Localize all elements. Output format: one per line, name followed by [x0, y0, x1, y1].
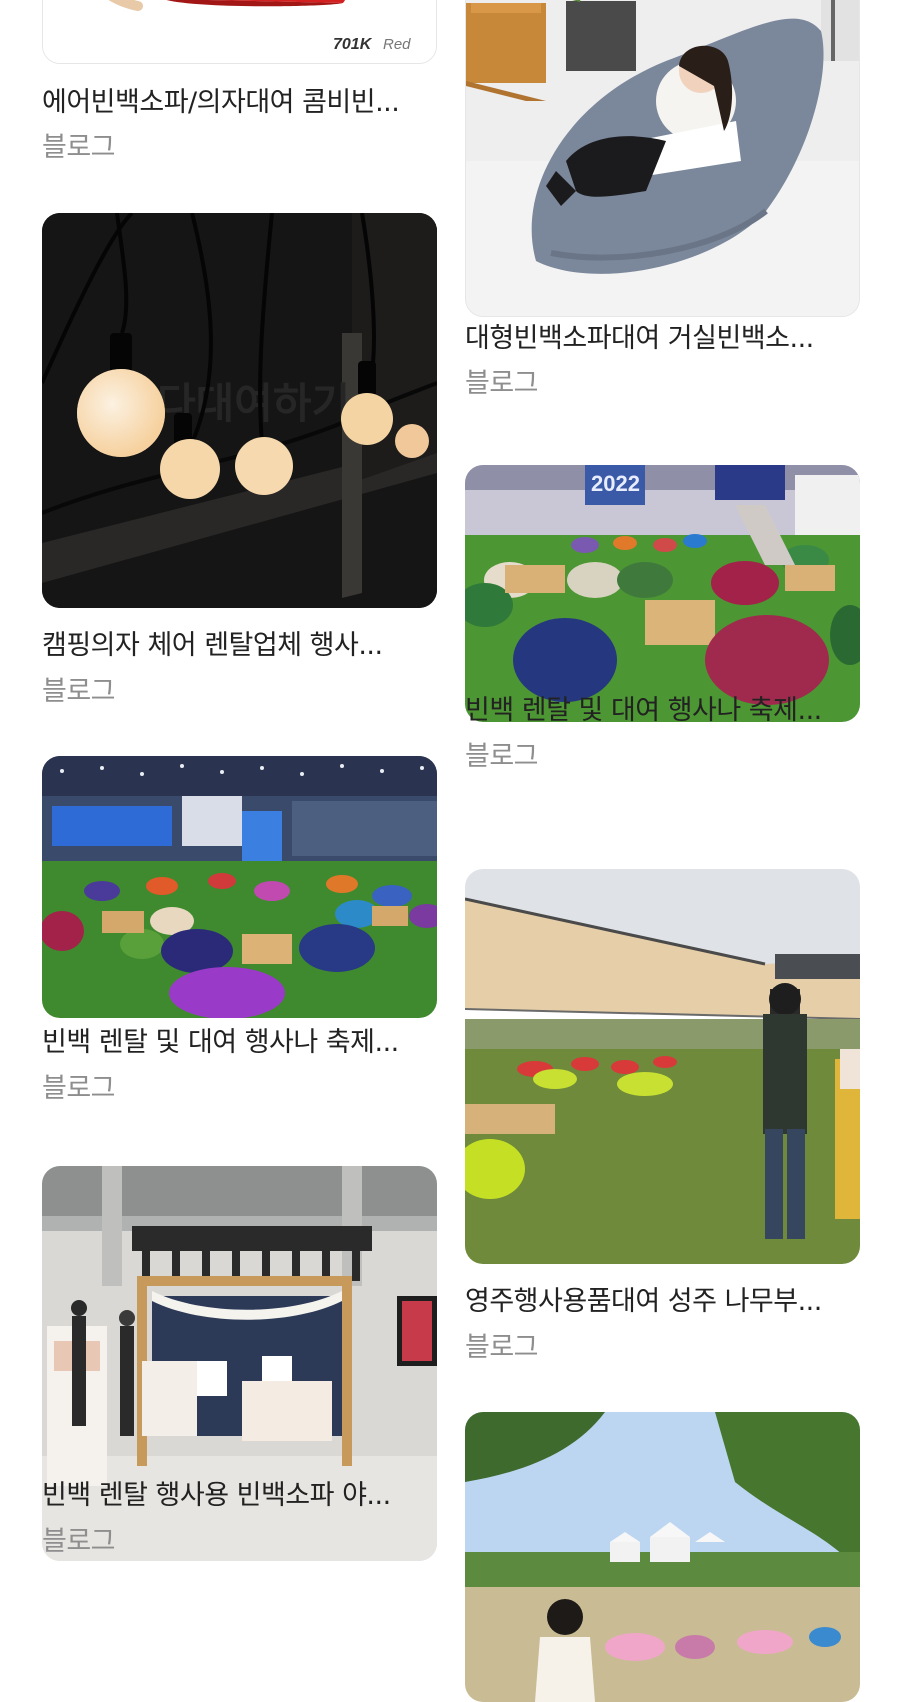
result-title[interactable]: 영주행사용품대여 성주 나무부...: [465, 1285, 860, 1319]
string-lights-image[interactable]: 다대여하기: [42, 213, 437, 608]
woman-on-bean-bag-image[interactable]: [465, 0, 860, 317]
result-title[interactable]: 캠핑의자 체어 렌탈업체 행사...: [42, 629, 437, 663]
result-title[interactable]: 빈백 렌탈 행사용 빈백소파 야...: [42, 1479, 437, 1513]
sign-text: 2022: [591, 471, 640, 496]
result-source: 블로그: [42, 1073, 116, 1104]
result-source: 블로그: [42, 1526, 116, 1557]
indoor-bean-bag-event-image[interactable]: [42, 756, 437, 1018]
result-source: 블로그: [465, 1332, 539, 1363]
result-title[interactable]: 빈백 렌탈 및 대여 행사나 축제...: [465, 694, 860, 728]
outdoor-canopy-image[interactable]: [465, 869, 860, 1264]
red-bean-bag-image[interactable]: 701K Red: [42, 0, 437, 64]
result-source: 블로그: [42, 132, 116, 163]
result-source: 블로그: [465, 741, 539, 772]
result-title[interactable]: 빈백 렌탈 및 대여 행사나 축제...: [42, 1026, 437, 1060]
park-picnic-image[interactable]: [465, 1412, 860, 1702]
result-title[interactable]: 대형빈백소파대여 거실빈백소...: [465, 322, 860, 356]
festival-bean-bags-image[interactable]: 2022: [465, 465, 860, 722]
result-source: 블로그: [465, 368, 539, 399]
result-source: 블로그: [42, 676, 116, 707]
color-label: Red: [383, 36, 411, 53]
result-title[interactable]: 에어빈백소파/의자대여 콤비빈...: [42, 86, 437, 120]
model-label: 701K: [333, 36, 373, 53]
